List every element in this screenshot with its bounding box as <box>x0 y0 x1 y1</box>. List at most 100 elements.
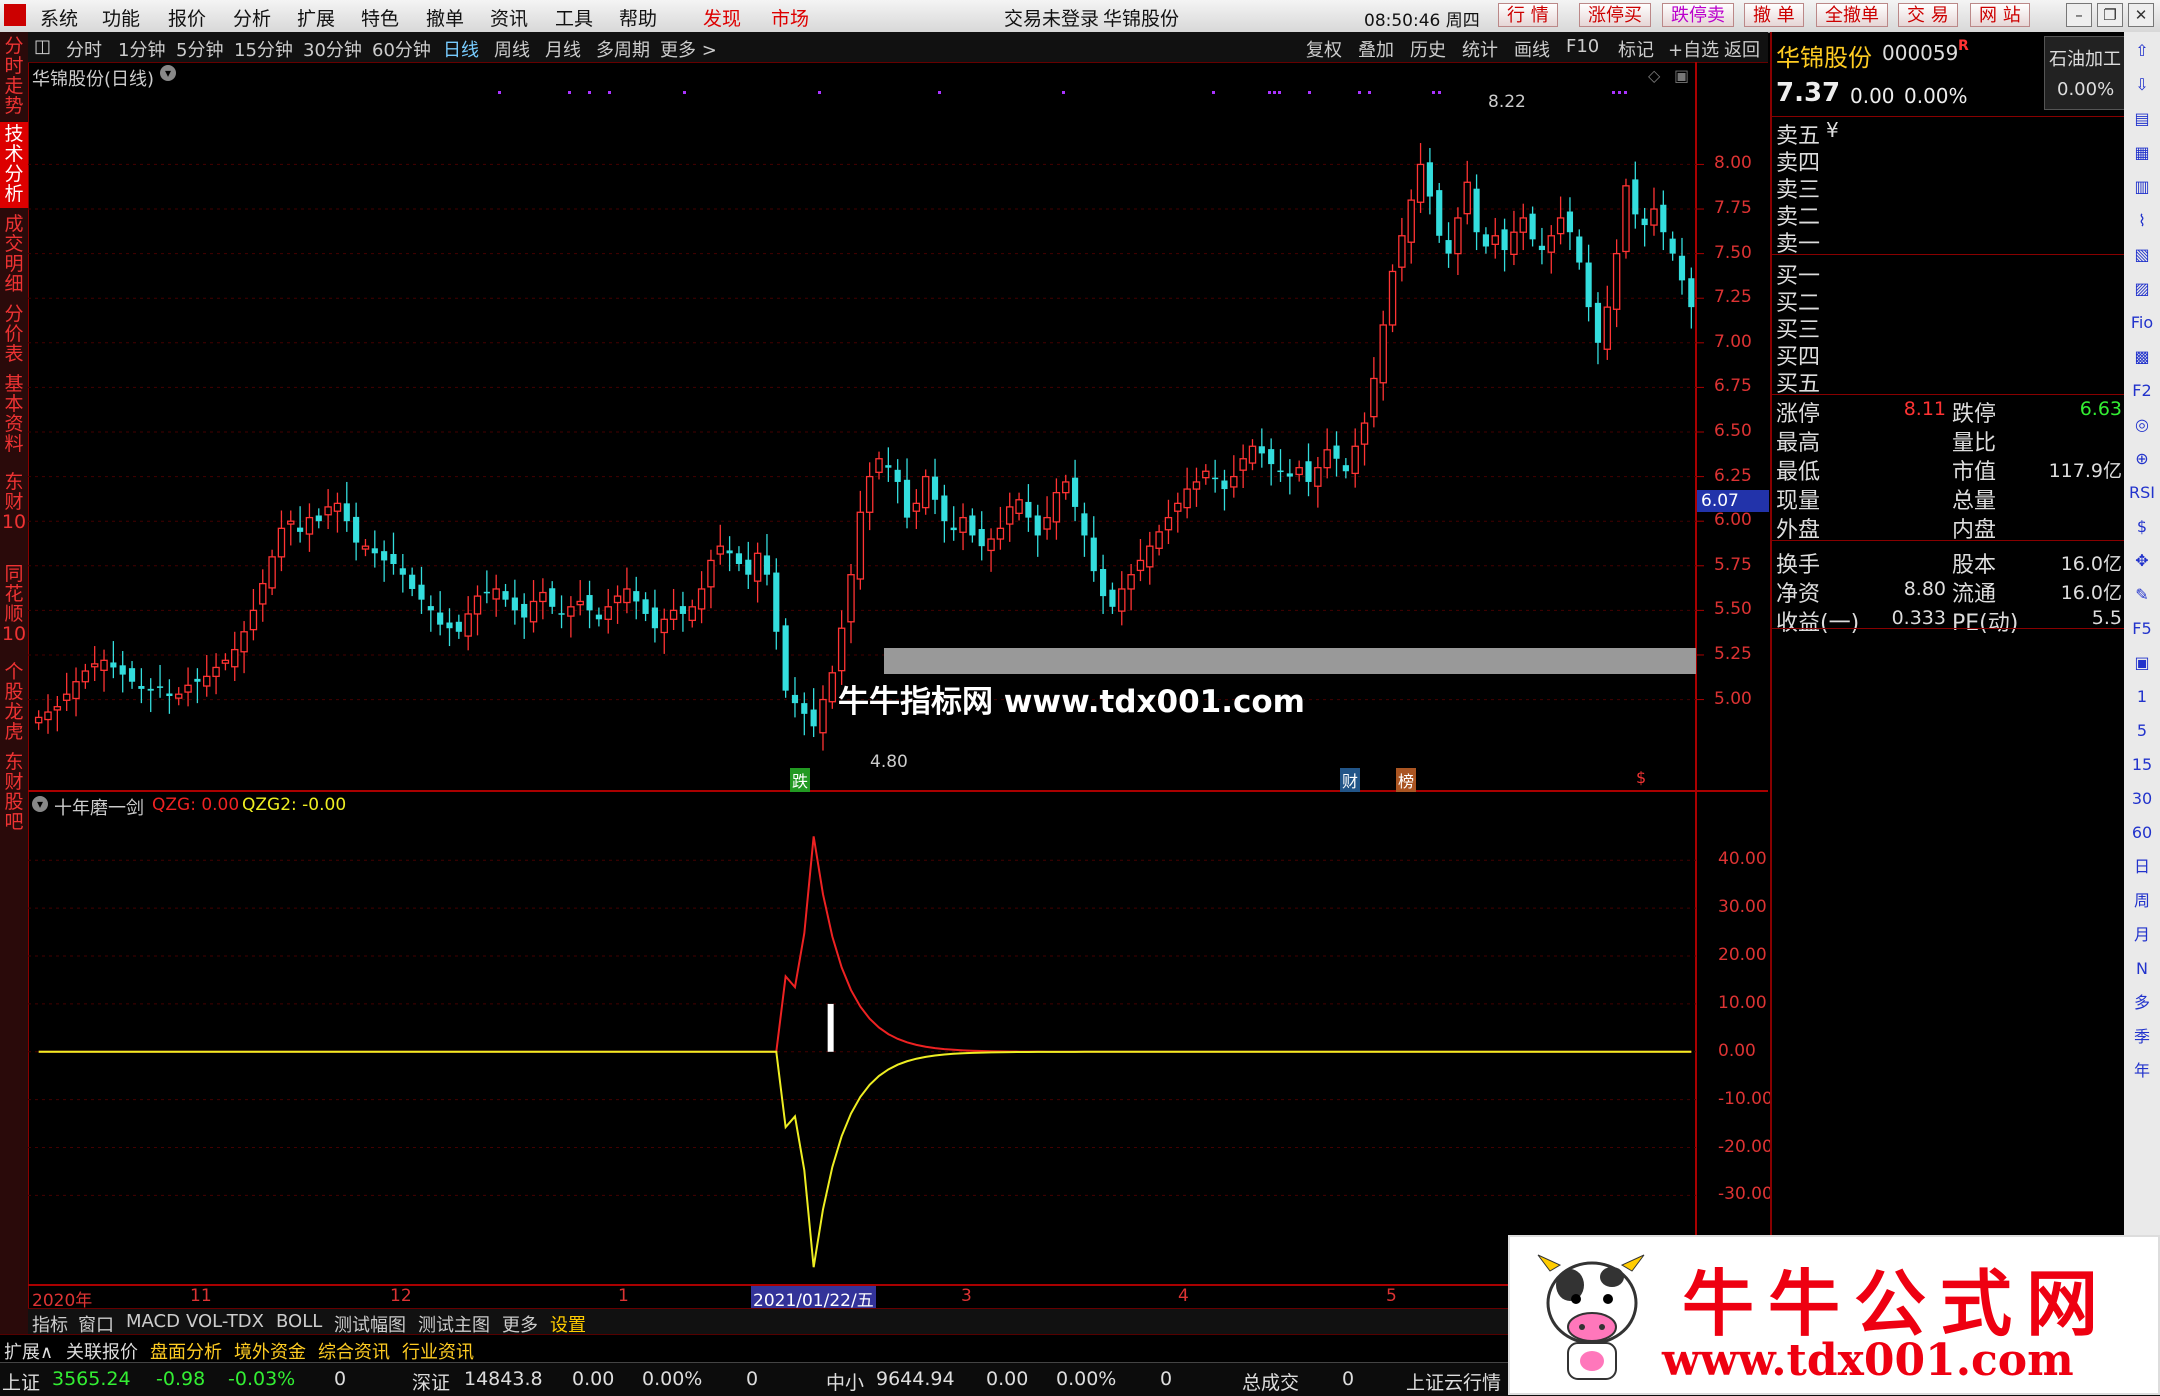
right-tool-icon[interactable]: ▧ <box>2128 242 2156 268</box>
right-tool-icon[interactable]: 15 <box>2128 752 2156 778</box>
ext-news[interactable]: 综合资讯 <box>318 1338 390 1364</box>
tab-technical[interactable]: 技术分析 <box>0 122 28 208</box>
tool-f10[interactable]: F10 <box>1566 36 1599 57</box>
menu-system[interactable]: 系统 <box>40 4 78 31</box>
menu-discover[interactable]: 发现 <box>703 4 741 31</box>
tool-back[interactable]: 返回 <box>1724 36 1760 62</box>
right-tool-icon[interactable]: 30 <box>2128 786 2156 812</box>
window-icon[interactable]: ▣ <box>1674 66 1689 85</box>
right-tool-icon[interactable]: ◎ <box>2128 412 2156 438</box>
ext-related-quote[interactable]: 关联报价 <box>66 1338 138 1364</box>
right-tool-icon[interactable]: ▥ <box>2128 174 2156 200</box>
menu-analysis[interactable]: 分析 <box>233 4 271 31</box>
menu-help[interactable]: 帮助 <box>619 4 657 31</box>
diamond-icon[interactable]: ◇ <box>1648 66 1660 85</box>
menu-extend[interactable]: 扩展 <box>297 4 335 31</box>
right-tool-icon[interactable]: RSI <box>2128 480 2156 506</box>
website-button[interactable]: 网 站 <box>1970 3 2030 27</box>
ext-toggle[interactable]: 扩展∧ <box>4 1338 53 1364</box>
tab-boll[interactable]: BOLL <box>276 1311 322 1332</box>
period-5min[interactable]: 5分钟 <box>176 36 223 62</box>
right-tool-icon[interactable]: F5 <box>2128 616 2156 642</box>
period-multi[interactable]: 多周期 <box>596 36 650 62</box>
quote-button[interactable]: 行 情 <box>1498 3 1558 27</box>
tab-eastmoney10[interactable]: 东财10 <box>0 472 28 552</box>
tab-ths10[interactable]: 同花顺10 <box>0 564 28 654</box>
right-tool-icon[interactable]: 多 <box>2128 990 2156 1016</box>
period-15min[interactable]: 15分钟 <box>234 36 293 62</box>
menu-quote[interactable]: 报价 <box>168 4 206 31</box>
right-tool-icon[interactable]: ▨ <box>2128 276 2156 302</box>
tab-forum[interactable]: 东财股吧 <box>0 752 28 832</box>
tab-macd[interactable]: MACD <box>126 1311 180 1332</box>
right-tool-icon[interactable]: $ <box>2128 514 2156 540</box>
tool-draw[interactable]: 画线 <box>1514 36 1550 62</box>
right-tool-icon[interactable]: 1 <box>2128 684 2156 710</box>
right-tool-icon[interactable]: 季 <box>2128 1024 2156 1050</box>
period-60min[interactable]: 60分钟 <box>372 36 431 62</box>
tool-history[interactable]: 历史 <box>1410 36 1446 62</box>
tool-overlay[interactable]: 叠加 <box>1358 36 1394 62</box>
right-tool-icon[interactable]: Fio <box>2128 310 2156 336</box>
tab-dragon-tiger[interactable]: 个股龙虎 <box>0 662 28 742</box>
right-tool-icon[interactable]: 周 <box>2128 888 2156 914</box>
cancel-order-button[interactable]: 撤 单 <box>1744 3 1804 27</box>
right-tool-icon[interactable]: ✥ <box>2128 548 2156 574</box>
period-intraday[interactable]: 分时 <box>66 36 102 62</box>
period-more[interactable]: 更多 > <box>660 36 717 62</box>
right-tool-icon[interactable]: N <box>2128 956 2156 982</box>
promo-banner[interactable]: 牛牛公式网 www.tdx001.com <box>1508 1235 2160 1395</box>
ext-industry-news[interactable]: 行业资讯 <box>402 1338 474 1364</box>
right-tool-icon[interactable]: ▩ <box>2128 344 2156 370</box>
limit-down-sell-button[interactable]: 跌停卖 <box>1662 3 1734 27</box>
cloud-quote[interactable]: 上证云行情 <box>1406 1368 1501 1395</box>
trade-button[interactable]: 交 易 <box>1898 3 1958 27</box>
ext-market-analysis[interactable]: 盘面分析 <box>150 1338 222 1364</box>
tool-stats[interactable]: 统计 <box>1462 36 1498 62</box>
right-tool-icon[interactable]: ▦ <box>2128 140 2156 166</box>
tool-mark[interactable]: 标记 <box>1618 36 1654 62</box>
right-tool-icon[interactable]: ⊕ <box>2128 446 2156 472</box>
right-tool-icon[interactable]: 60 <box>2128 820 2156 846</box>
ext-foreign-funds[interactable]: 境外资金 <box>234 1338 306 1364</box>
period-weekly[interactable]: 周线 <box>494 36 530 62</box>
tab-basic-info[interactable]: 基本资料 <box>0 374 28 454</box>
right-tool-icon[interactable]: ⇩ <box>2128 72 2156 98</box>
right-tool-icon[interactable]: 日 <box>2128 854 2156 880</box>
restore-icon[interactable]: ❐ <box>2097 3 2123 27</box>
period-30min[interactable]: 30分钟 <box>303 36 362 62</box>
tool-adjust[interactable]: 复权 <box>1306 36 1342 62</box>
tab-vol-tdx[interactable]: VOL-TDX <box>186 1311 264 1332</box>
right-tool-icon[interactable]: ⇧ <box>2128 38 2156 64</box>
right-tool-icon[interactable]: F2 <box>2128 378 2156 404</box>
limit-up-buy-button[interactable]: 涨停买 <box>1579 3 1651 27</box>
right-tool-icon[interactable]: 月 <box>2128 922 2156 948</box>
right-tool-icon[interactable]: ▤ <box>2128 106 2156 132</box>
close-icon[interactable]: ✕ <box>2128 3 2154 27</box>
cancel-all-button[interactable]: 全撤单 <box>1816 3 1888 27</box>
menu-market[interactable]: 市场 <box>771 4 809 31</box>
period-daily[interactable]: 日线 <box>443 36 479 62</box>
menu-function[interactable]: 功能 <box>102 4 140 31</box>
chart-options-icon[interactable]: ▾ <box>160 65 176 81</box>
indicator-options-icon[interactable]: ▾ <box>32 796 48 812</box>
right-tool-icon[interactable]: 5 <box>2128 718 2156 744</box>
minimize-icon[interactable]: – <box>2066 3 2092 27</box>
candlestick-chart[interactable]: 华锦股份(日线) ▾ ◇ ▣ 5.00 5.25 5.50 5.75 6.00 6.25 6… <box>28 62 1769 792</box>
period-monthly[interactable]: 月线 <box>545 36 581 62</box>
tab-price-table[interactable]: 分价表 <box>0 304 28 366</box>
right-tool-icon[interactable]: ▣ <box>2128 650 2156 676</box>
menu-tools[interactable]: 工具 <box>555 4 593 31</box>
menu-cancel[interactable]: 撤单 <box>426 4 464 31</box>
toggle-icon[interactable]: ◫ <box>34 36 51 57</box>
menu-news[interactable]: 资讯 <box>490 4 528 31</box>
tab-deals[interactable]: 成交明细 <box>0 214 28 294</box>
right-tool-icon[interactable]: ✎ <box>2128 582 2156 608</box>
menu-feature[interactable]: 特色 <box>361 4 399 31</box>
period-1min[interactable]: 1分钟 <box>118 36 165 62</box>
industry-box[interactable]: 石油加工 0.00% <box>2044 36 2126 110</box>
tab-intraday[interactable]: 分时走势 <box>0 36 28 116</box>
tool-add-watch[interactable]: +自选 <box>1668 36 1719 62</box>
indicator-chart[interactable]: ▾ 十年磨一剑 QZG: 0.00 QZG2: -0.00 40.00 30.00… <box>28 792 1773 1311</box>
right-tool-icon[interactable]: ⌇ <box>2128 208 2156 234</box>
